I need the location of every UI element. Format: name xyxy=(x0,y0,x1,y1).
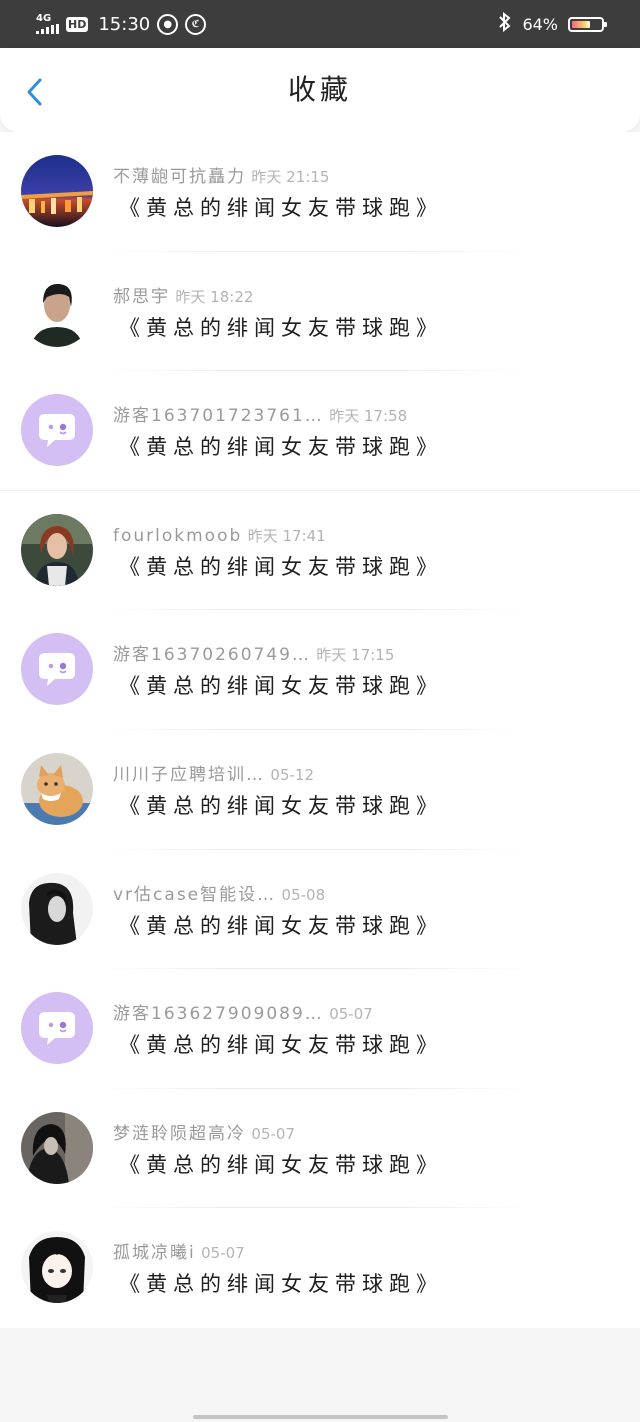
user-name: 郝思宇 xyxy=(113,286,170,307)
item-header: 不薄龅可抗矗力 昨天 21:15 xyxy=(113,165,329,189)
favorite-message: 《黄总的绯闻女友带球跑》 xyxy=(119,554,443,579)
avatar-dark-girl-photo[interactable] xyxy=(21,1111,93,1184)
speed-icon: ● xyxy=(157,13,179,35)
item-header: 梦涟聆陨超高冷 05-07 xyxy=(113,1122,295,1146)
favorite-message: 《黄总的绯闻女友带球跑》 xyxy=(119,793,443,818)
favorite-message: 《黄总的绯闻女友带球跑》 xyxy=(119,435,443,460)
favorite-message: 《黄总的绯闻女友带球跑》 xyxy=(119,1152,443,1177)
favorite-item[interactable]: 川川子应聘培训… 05-12 《黄总的绯闻女友带球跑》 xyxy=(0,730,640,850)
user-name: 孤城凉曦i xyxy=(113,1243,196,1264)
avatar-default-chat-avatar[interactable] xyxy=(21,633,93,706)
timestamp: 05-07 xyxy=(251,1124,295,1143)
timestamp: 昨天 17:15 xyxy=(316,646,395,665)
home-indicator[interactable] xyxy=(193,1415,448,1419)
timestamp: 昨天 17:58 xyxy=(329,407,408,426)
battery-icon xyxy=(568,16,607,32)
user-name: 游客163701723761… xyxy=(113,406,324,427)
avatar-anime-girl-avatar[interactable] xyxy=(21,1231,93,1304)
user-name: fourlokmoob xyxy=(113,525,243,546)
battery-percent: 64% xyxy=(522,14,558,34)
timestamp: 昨天 21:15 xyxy=(251,168,330,186)
item-header: fourlokmoob 昨天 17:41 xyxy=(113,524,326,548)
item-header: 游客163627909089… 05-07 xyxy=(113,1002,373,1026)
item-header: 游客16370260749… 昨天 17:15 xyxy=(113,643,394,667)
avatar-cat-photo[interactable] xyxy=(21,752,93,825)
favorite-item[interactable]: 不薄龅可抗矗力 昨天 21:15 《黄总的绯闻女友带球跑》 xyxy=(0,132,640,252)
favorite-message: 《黄总的绯闻女友带球跑》 xyxy=(119,1033,443,1058)
page-header: 收藏 xyxy=(0,48,640,132)
favorite-item[interactable]: 游客16370260749… 昨天 17:15 《黄总的绯闻女友带球跑》 xyxy=(0,610,640,730)
timestamp: 05-07 xyxy=(201,1244,245,1263)
item-header: vr估case智能设… 05-08 xyxy=(113,883,325,907)
favorite-message: 《黄总的绯闻女友带球跑》 xyxy=(119,1272,443,1297)
user-name: 梦涟聆陨超高冷 xyxy=(113,1123,246,1144)
favorite-item[interactable]: fourlokmoob 昨天 17:41 《黄总的绯闻女友带球跑》 xyxy=(0,491,640,611)
page-title: 收藏 xyxy=(287,73,352,106)
favorites-list: 不薄龅可抗矗力 昨天 21:15 《黄总的绯闻女友带球跑》 郝思宇 昨天 18:… xyxy=(0,132,640,1328)
avatar-default-chat-avatar[interactable] xyxy=(21,992,93,1065)
bluetooth-icon xyxy=(498,11,512,36)
timestamp: 05-07 xyxy=(329,1005,373,1024)
status-time: 15:30 xyxy=(98,13,151,35)
avatar-person-photo[interactable] xyxy=(21,274,93,347)
shield-icon: ℭ xyxy=(185,13,207,35)
timestamp: 昨天 17:41 xyxy=(247,526,326,545)
favorite-item[interactable]: 游客163627909089… 05-07 《黄总的绯闻女友带球跑》 xyxy=(0,969,640,1089)
user-name: vr估case智能设… xyxy=(113,884,277,905)
favorite-item[interactable]: 孤城凉曦i 05-07 《黄总的绯闻女友带球跑》 xyxy=(0,1208,640,1328)
user-name: 不薄龅可抗矗力 xyxy=(113,167,246,187)
battery-level-fill xyxy=(572,20,590,28)
favorite-item[interactable]: vr估case智能设… 05-08 《黄总的绯闻女友带球跑》 xyxy=(0,850,640,970)
avatar-default-chat-avatar[interactable] xyxy=(21,394,93,467)
user-name: 游客16370260749… xyxy=(113,645,311,666)
timestamp: 05-08 xyxy=(281,885,326,904)
favorite-message: 《黄总的绯闻女友带球跑》 xyxy=(119,196,443,220)
timestamp: 05-12 xyxy=(270,765,314,784)
favorite-message: 《黄总的绯闻女友带球跑》 xyxy=(119,674,443,699)
network-type: 4G xyxy=(36,13,52,24)
cellular-signal-icon: 4G xyxy=(36,14,59,34)
favorite-item[interactable]: 游客163701723761… 昨天 17:58 《黄总的绯闻女友带球跑》 xyxy=(0,371,640,491)
item-header: 郝思宇 昨天 18:22 xyxy=(113,285,253,309)
favorite-item[interactable]: 郝思宇 昨天 18:22 《黄总的绯闻女友带球跑》 xyxy=(0,252,640,372)
item-header: 孤城凉曦i 05-07 xyxy=(113,1241,245,1265)
item-header: 川川子应聘培训… 05-12 xyxy=(113,763,314,787)
avatar-bw-girl-photo[interactable] xyxy=(21,872,93,945)
favorite-item[interactable]: 梦涟聆陨超高冷 05-07 《黄总的绯闻女友带球跑》 xyxy=(0,1089,640,1209)
user-name: 游客163627909089… xyxy=(113,1004,324,1025)
item-header: 游客163701723761… 昨天 17:58 xyxy=(113,404,407,428)
hd-badge: HD xyxy=(66,16,89,32)
avatar-woman-photo[interactable] xyxy=(21,513,93,586)
timestamp: 昨天 18:22 xyxy=(175,287,254,306)
favorite-message: 《黄总的绯闻女友带球跑》 xyxy=(119,315,443,340)
favorite-message: 《黄总的绯闻女友带球跑》 xyxy=(119,913,443,938)
avatar-city-night-photo[interactable] xyxy=(21,155,93,227)
user-name: 川川子应聘培训… xyxy=(113,764,265,785)
